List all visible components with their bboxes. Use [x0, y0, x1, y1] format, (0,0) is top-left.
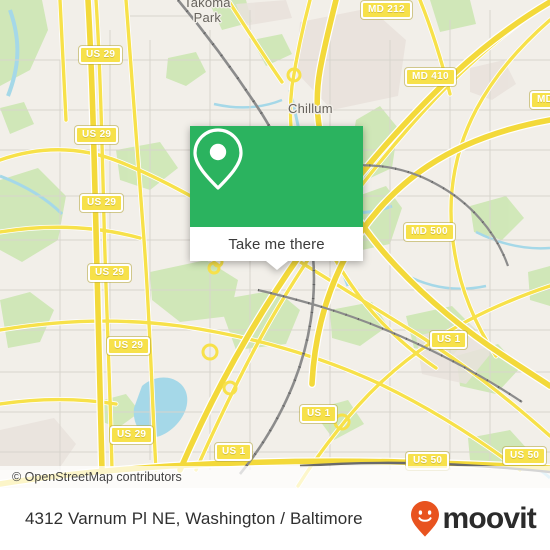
highway-shield-md410: MD 410	[405, 68, 456, 86]
highway-shield-us29-6: US 29	[110, 426, 154, 444]
moovit-logo[interactable]: moovit	[410, 500, 537, 538]
highway-shield-md-edge: MD	[530, 91, 550, 109]
highway-shield-us29-1: US 29	[79, 46, 123, 64]
take-me-there-label: Take me there	[228, 235, 325, 253]
highway-shield-us50-2: US 50	[503, 447, 547, 465]
popup-icon-area	[190, 126, 363, 227]
highway-shield-us29-5: US 29	[107, 337, 151, 355]
highway-shield-us1-3: US 1	[430, 331, 468, 349]
highway-shield-us29-4: US 29	[88, 264, 132, 282]
moovit-wordmark: moovit	[442, 502, 536, 535]
destination-popup-card[interactable]: Take me there	[190, 126, 363, 270]
highway-shield-us29-2: US 29	[75, 126, 119, 144]
highway-shield-us29-3: US 29	[80, 194, 124, 212]
highway-shield-md212: MD 212	[361, 1, 412, 19]
map-pin-icon	[193, 128, 243, 190]
popup-tail	[265, 261, 288, 270]
footer-bar: 4312 Varnum Pl NE, Washington / Baltimor…	[0, 488, 550, 550]
osm-attribution[interactable]: © OpenStreetMap contributors	[0, 466, 550, 488]
map-canvas[interactable]: Takoma Park Chillum US 29 US 29 US 29 US…	[0, 0, 550, 488]
highway-shield-us1-2: US 1	[300, 405, 338, 423]
highway-shield-us1-1: US 1	[215, 443, 253, 461]
highway-shield-md500: MD 500	[404, 223, 455, 241]
address-title: 4312 Varnum Pl NE, Washington / Baltimor…	[25, 509, 363, 528]
popup-action-area[interactable]: Take me there	[190, 227, 363, 261]
map-screenshot: Takoma Park Chillum US 29 US 29 US 29 US…	[0, 0, 550, 550]
moovit-smiley-pin-icon	[411, 501, 440, 537]
